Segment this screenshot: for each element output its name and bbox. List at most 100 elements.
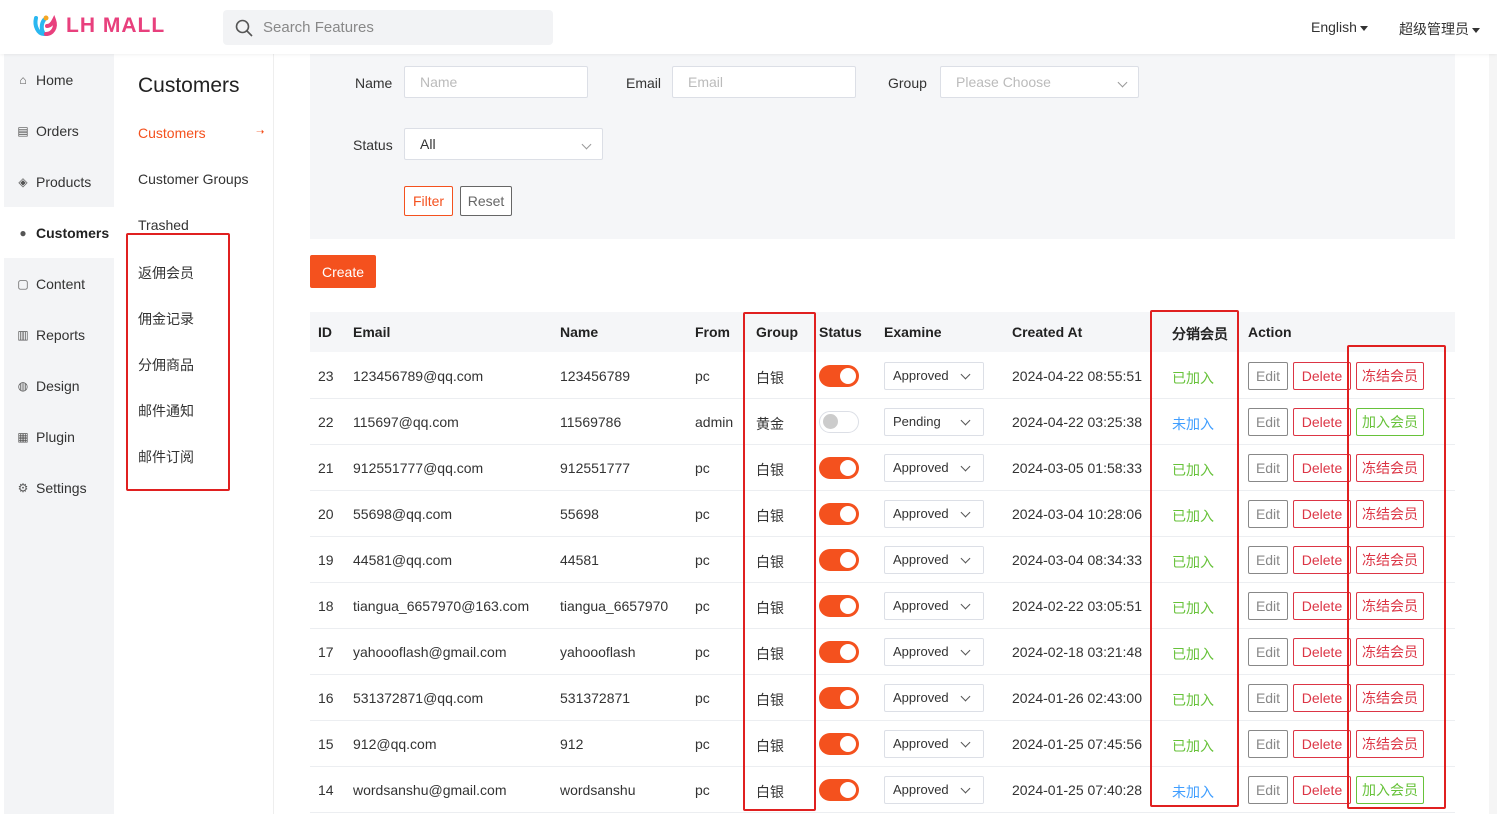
cell-from: pc: [695, 598, 710, 614]
status-toggle[interactable]: [819, 733, 859, 755]
cell-from: admin: [695, 414, 734, 430]
status-toggle[interactable]: [819, 641, 859, 663]
name-input[interactable]: Name: [404, 66, 588, 98]
examine-select[interactable]: Approved: [884, 546, 984, 574]
search-input[interactable]: Search Features: [223, 10, 553, 45]
toggle-knob: [840, 598, 856, 614]
cell-name: yahoooflash: [560, 644, 636, 660]
freeze-member-button[interactable]: 冻结会员: [1356, 684, 1424, 712]
freeze-member-button[interactable]: 冻结会员: [1356, 638, 1424, 666]
delete-button[interactable]: Delete: [1293, 776, 1351, 804]
delete-button[interactable]: Delete: [1293, 592, 1351, 620]
edit-button[interactable]: Edit: [1248, 638, 1288, 666]
examine-select[interactable]: Approved: [884, 592, 984, 620]
freeze-member-button[interactable]: 冻结会员: [1356, 730, 1424, 758]
filter-panel: Name Name Email Email Group Please Choos…: [310, 54, 1455, 239]
freeze-member-button[interactable]: 冻结会员: [1356, 454, 1424, 482]
edit-button[interactable]: Edit: [1248, 730, 1288, 758]
examine-select[interactable]: Approved: [884, 638, 984, 666]
sidebar-item-orders[interactable]: ▤ Orders: [4, 105, 114, 156]
freeze-member-button[interactable]: 冻结会员: [1356, 500, 1424, 528]
delete-button[interactable]: Delete: [1293, 408, 1351, 436]
subnav-item-email-notification[interactable]: 邮件通知: [138, 401, 194, 421]
status-select[interactable]: All: [404, 128, 603, 160]
logo-text: LH MALL: [66, 14, 166, 37]
delete-button[interactable]: Delete: [1293, 638, 1351, 666]
status-toggle[interactable]: [819, 687, 859, 709]
examine-select[interactable]: Pending: [884, 408, 984, 436]
edit-button[interactable]: Edit: [1248, 362, 1288, 390]
cell-id: 16: [318, 690, 334, 706]
toggle-knob: [840, 368, 856, 384]
sidebar-item-label: Reports: [36, 326, 86, 343]
status-toggle[interactable]: [819, 595, 859, 617]
logo[interactable]: LH MALL: [32, 12, 165, 40]
freeze-member-button[interactable]: 冻结会员: [1356, 546, 1424, 574]
join-member-button[interactable]: 加入会员: [1356, 408, 1424, 436]
subnav-item-customers[interactable]: Customers: [138, 125, 206, 141]
examine-select[interactable]: Approved: [884, 684, 984, 712]
sidebar-item-customers[interactable]: ● Customers: [4, 207, 114, 258]
sidebar-item-products[interactable]: ◈ Products: [4, 156, 114, 207]
status-toggle[interactable]: [819, 779, 859, 801]
scrollbar[interactable]: [1489, 54, 1497, 814]
edit-button[interactable]: Edit: [1248, 454, 1288, 482]
freeze-member-button[interactable]: 冻结会员: [1356, 362, 1424, 390]
freeze-member-button[interactable]: 冻结会员: [1356, 592, 1424, 620]
language-dropdown[interactable]: English: [1311, 19, 1368, 35]
column-header-from: From: [695, 324, 730, 340]
status-toggle[interactable]: [819, 503, 859, 525]
delete-button[interactable]: Delete: [1293, 500, 1351, 528]
subnav-item-commission-products[interactable]: 分佣商品: [138, 355, 194, 375]
filter-button[interactable]: Filter: [404, 186, 453, 216]
email-input[interactable]: Email: [672, 66, 856, 98]
delete-button[interactable]: Delete: [1293, 362, 1351, 390]
delete-button[interactable]: Delete: [1293, 546, 1351, 574]
examine-value: Approved: [893, 690, 949, 705]
examine-select[interactable]: Approved: [884, 776, 984, 804]
sidebar-item-design[interactable]: ◍ Design: [4, 360, 114, 411]
toggle-knob: [840, 506, 856, 522]
subnav-item-trashed[interactable]: Trashed: [138, 217, 189, 233]
delete-button[interactable]: Delete: [1293, 684, 1351, 712]
subnav-item-commission-records[interactable]: 佣金记录: [138, 309, 194, 329]
delete-button[interactable]: Delete: [1293, 730, 1351, 758]
status-toggle[interactable]: [819, 365, 859, 387]
cell-email: 55698@qq.com: [353, 506, 453, 522]
user-dropdown[interactable]: 超级管理员: [1399, 19, 1480, 39]
examine-select[interactable]: Approved: [884, 730, 984, 758]
toggle-knob: [840, 644, 856, 660]
sidebar-item-content[interactable]: ▢ Content: [4, 258, 114, 309]
sidebar-item-reports[interactable]: ▥ Reports: [4, 309, 114, 360]
create-button[interactable]: Create: [310, 255, 376, 288]
edit-button[interactable]: Edit: [1248, 500, 1288, 528]
status-toggle[interactable]: [819, 549, 859, 571]
subnav-item-customer-groups[interactable]: Customer Groups: [138, 171, 248, 187]
toggle-knob: [840, 552, 856, 568]
sidebar-item-home[interactable]: ⌂ Home: [4, 54, 114, 105]
cell-name: 123456789: [560, 368, 631, 384]
reset-button[interactable]: Reset: [460, 186, 512, 216]
status-toggle[interactable]: [819, 411, 859, 433]
delete-button[interactable]: Delete: [1293, 454, 1351, 482]
sidebar-item-settings[interactable]: ⚙ Settings: [4, 462, 114, 513]
cell-from: pc: [695, 690, 710, 706]
arrow-right-icon: ➝: [256, 127, 265, 138]
status-toggle[interactable]: [819, 457, 859, 479]
examine-value: Approved: [893, 460, 949, 475]
edit-button[interactable]: Edit: [1248, 592, 1288, 620]
edit-button[interactable]: Edit: [1248, 684, 1288, 712]
subnav-item-email-subscription[interactable]: 邮件订阅: [138, 447, 194, 467]
examine-select[interactable]: Approved: [884, 362, 984, 390]
subnav-item-rebate-members[interactable]: 返佣会员: [138, 263, 194, 283]
edit-button[interactable]: Edit: [1248, 546, 1288, 574]
join-member-button[interactable]: 加入会员: [1356, 776, 1424, 804]
examine-select[interactable]: Approved: [884, 454, 984, 482]
examine-select[interactable]: Approved: [884, 500, 984, 528]
cell-email: tiangua_6657970@163.com: [353, 598, 530, 614]
edit-button[interactable]: Edit: [1248, 776, 1288, 804]
edit-button[interactable]: Edit: [1248, 408, 1288, 436]
cell-created: 2024-02-18 03:21:48: [1012, 644, 1142, 660]
group-select[interactable]: Please Choose: [940, 66, 1139, 98]
sidebar-item-plugin[interactable]: ▦ Plugin: [4, 411, 114, 462]
